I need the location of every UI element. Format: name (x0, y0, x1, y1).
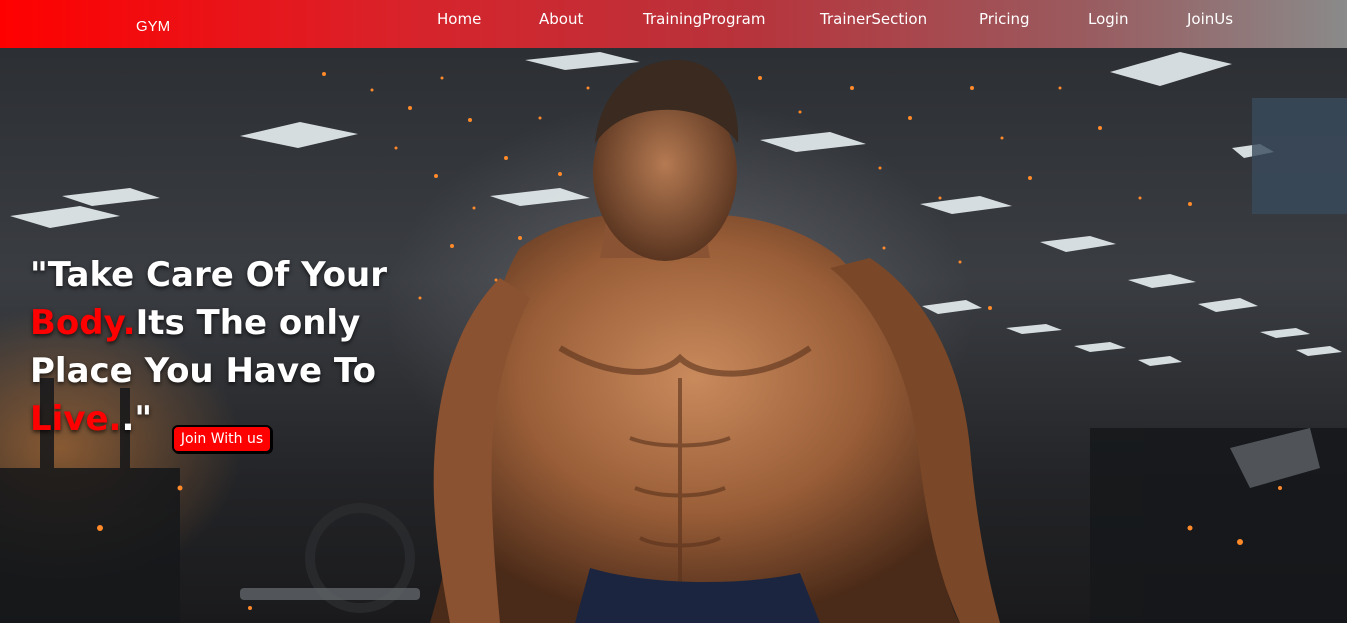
nav-link-about[interactable]: About (539, 10, 583, 28)
nav-link-pricing[interactable]: Pricing (979, 10, 1030, 28)
nav-link-join-us[interactable]: JoinUs (1187, 10, 1233, 28)
quote-highlight-body: Body. (30, 303, 136, 343)
top-navbar: GYM Home About TrainingProgram TrainerSe… (0, 0, 1347, 48)
nav-link-trainer-section[interactable]: TrainerSection (820, 10, 927, 28)
nav-link-login[interactable]: Login (1088, 10, 1128, 28)
quote-text-end: ." (121, 399, 153, 439)
athlete-figure (430, 59, 1000, 623)
site-logo[interactable]: GYM (136, 18, 170, 35)
hero-section: "Take Care Of Your Body.Its The only Pla… (0, 48, 1347, 623)
wall-tv (1252, 98, 1347, 214)
hero-quote: "Take Care Of Your Body.Its The only Pla… (30, 251, 470, 443)
quote-highlight-live: Live. (30, 399, 122, 439)
nav-link-home[interactable]: Home (437, 10, 481, 28)
join-with-us-button[interactable]: Join With us (172, 425, 272, 453)
nav-link-training-program[interactable]: TrainingProgram (643, 10, 765, 28)
quote-text-start: "Take Care Of Your (30, 255, 387, 295)
